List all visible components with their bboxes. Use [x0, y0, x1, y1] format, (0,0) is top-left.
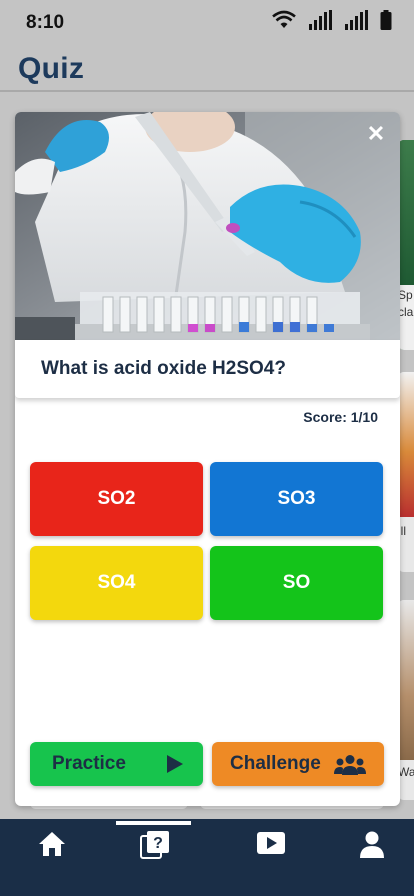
- answer-button-so4[interactable]: SO4: [30, 546, 203, 620]
- background-card-label: cla: [398, 305, 414, 319]
- close-icon[interactable]: ✕: [364, 122, 388, 146]
- practice-label: Practice: [52, 753, 126, 774]
- question-text: What is acid oxide H2SO4?: [41, 358, 286, 379]
- background-card-2[interactable]: ill: [398, 372, 414, 572]
- page-title: Quiz: [18, 52, 85, 85]
- profile-icon: [359, 831, 385, 896]
- nav-quiz[interactable]: ?: [103, 819, 206, 896]
- answer-button-so3[interactable]: SO3: [210, 462, 383, 536]
- answer-label: SO4: [97, 572, 136, 593]
- answer-label: SO2: [97, 488, 136, 509]
- background-card-label: Wa: [398, 765, 414, 779]
- svg-text:?: ?: [153, 835, 163, 852]
- nav-video[interactable]: [219, 819, 322, 896]
- bottom-navigation: ?: [0, 819, 414, 896]
- challenge-button[interactable]: Challenge: [212, 742, 384, 786]
- quiz-icon: ?: [139, 831, 170, 896]
- answer-label: SO3: [277, 488, 316, 509]
- background-card-label: Sp: [398, 288, 413, 302]
- signal-icon: [308, 10, 332, 35]
- status-icons: [272, 10, 392, 35]
- background-card-3[interactable]: Wa: [398, 600, 414, 800]
- status-time: 8:10: [26, 12, 65, 33]
- quiz-hero-image: ✕: [15, 112, 400, 340]
- quiz-modal: ✕ What is acid oxide H2SO4? Score: 1/10 …: [15, 112, 400, 806]
- challenge-label: Challenge: [230, 753, 321, 774]
- status-bar: 8:10: [0, 0, 414, 44]
- play-icon: [166, 754, 184, 780]
- answer-button-so2[interactable]: SO2: [30, 462, 203, 536]
- answer-button-so[interactable]: SO: [210, 546, 383, 620]
- battery-icon: [380, 10, 392, 35]
- nav-home[interactable]: [0, 819, 103, 896]
- question-card: What is acid oxide H2SO4?: [15, 340, 400, 398]
- app-header: Quiz: [0, 44, 414, 92]
- answer-label: SO: [282, 572, 311, 593]
- wifi-icon: [272, 10, 296, 35]
- background-card-1[interactable]: Sp cla: [398, 140, 414, 350]
- signal-icon-2: [344, 10, 368, 35]
- score-label: Score: 1/10: [303, 409, 378, 425]
- practice-button[interactable]: Practice: [30, 742, 203, 786]
- group-icon: [334, 754, 366, 782]
- video-icon: [256, 831, 285, 896]
- home-icon: [38, 831, 66, 896]
- nav-profile[interactable]: [320, 819, 414, 896]
